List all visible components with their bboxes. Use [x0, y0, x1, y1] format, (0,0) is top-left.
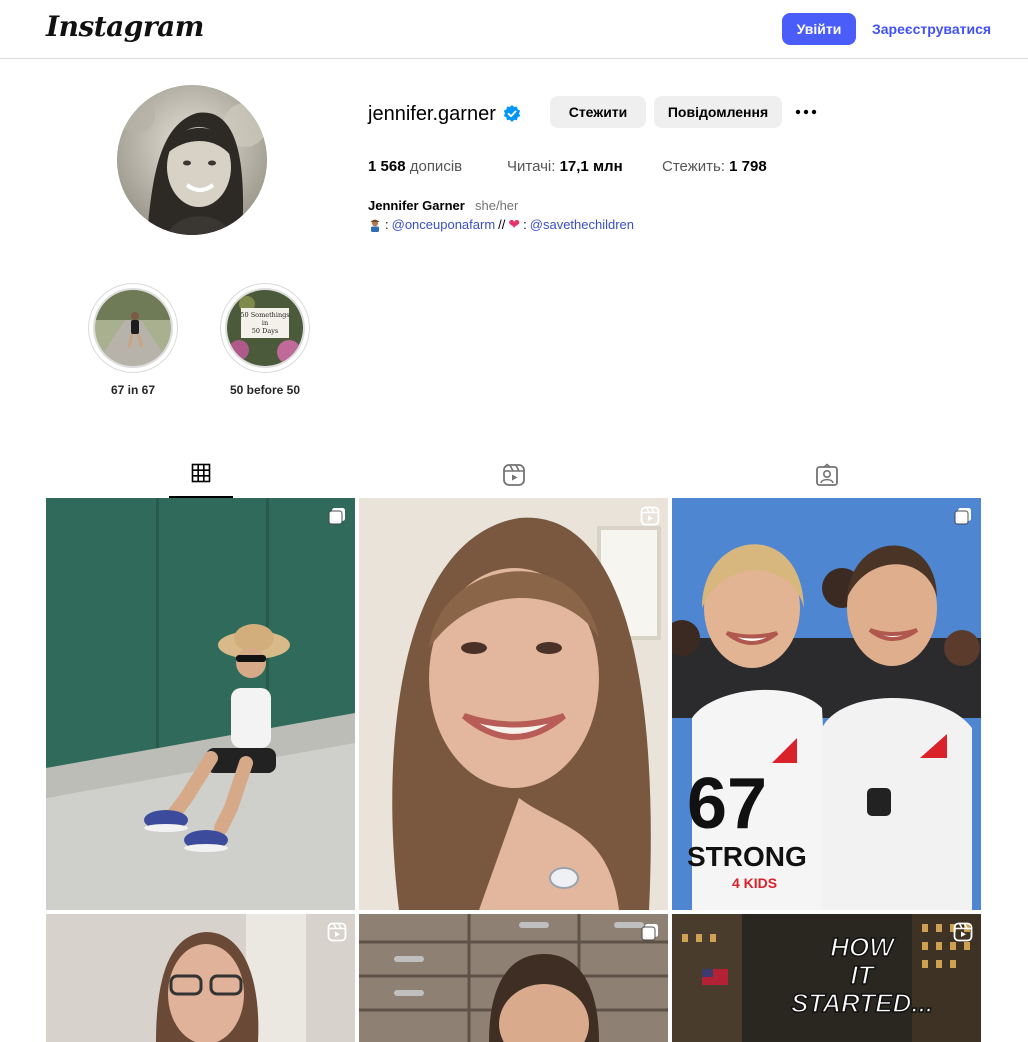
- post-image: [46, 914, 355, 1042]
- follow-button[interactable]: Стежити: [550, 96, 646, 128]
- shirt-print-strong: STRONG: [687, 841, 807, 872]
- shirt-print-number: 67: [687, 764, 767, 844]
- post-image: [46, 498, 355, 910]
- post-tile[interactable]: [46, 914, 355, 1042]
- following-count[interactable]: Стежить: 1 798: [662, 158, 767, 175]
- message-button[interactable]: Повідомлення: [654, 96, 782, 128]
- highlight-50-before-50[interactable]: 50 Somethings in 50 Days 50 before 50: [220, 283, 310, 397]
- highlight-runner-image: [95, 290, 171, 366]
- heart-emoji-icon: ❤: [508, 216, 521, 232]
- followers-count-label: Читачі:: [507, 158, 556, 175]
- profile-pronouns: she/her: [475, 198, 519, 213]
- overlay-line-1: HOW: [830, 932, 896, 962]
- following-count-value: 1 798: [729, 158, 767, 175]
- shirt-print-kids: 4 KIDS: [732, 875, 777, 891]
- tab-reels[interactable]: [482, 456, 546, 498]
- post-tile[interactable]: HOW IT STARTED...: [672, 914, 981, 1042]
- posts-count-label: дописів: [409, 158, 463, 175]
- highlight-cover: [93, 288, 173, 368]
- carousel-icon: [954, 508, 971, 525]
- followers-count-value: 17,1 млн: [559, 158, 623, 175]
- post-tile[interactable]: [359, 498, 668, 910]
- tagged-icon: [816, 463, 838, 486]
- posts-count: 1 568 дописів: [368, 158, 462, 175]
- posts-count-value: 1 568: [368, 158, 406, 175]
- profile-username: jennifer.garner: [368, 103, 496, 125]
- bio-divider: //: [498, 217, 506, 232]
- following-count-label: Стежить:: [662, 158, 725, 175]
- bio-separator-1: :: [385, 217, 389, 232]
- reel-icon: [640, 506, 660, 526]
- followers-count[interactable]: Читачі: 17,1 млн: [507, 158, 623, 175]
- highlight-67-in-67[interactable]: 67 in 67: [88, 283, 178, 397]
- signup-link[interactable]: Зареєструватися: [872, 21, 991, 37]
- post-tile[interactable]: 67 STRONG 4 KIDS: [672, 498, 981, 910]
- reel-icon: [327, 922, 347, 942]
- profile-full-name: Jennifer Garner: [368, 198, 465, 213]
- post-image: [359, 498, 668, 910]
- highlight-cover-line-3: 50 Days: [252, 327, 278, 335]
- highlight-ring: 50 Somethings in 50 Days: [220, 283, 310, 373]
- bio-link-onceuponafarm[interactable]: @onceuponafarm: [392, 217, 496, 232]
- reels-icon: [503, 464, 525, 486]
- avatar-photo: [117, 85, 267, 235]
- grid-icon: [191, 463, 211, 483]
- carousel-icon: [328, 508, 345, 525]
- post-image: HOW IT STARTED...: [672, 914, 981, 1042]
- overlay-line-2: IT: [850, 960, 875, 990]
- carousel-icon: [641, 924, 658, 941]
- highlight-label: 67 in 67: [110, 383, 156, 397]
- highlight-cover: 50 Somethings in 50 Days: [225, 288, 305, 368]
- highlight-cover-line-2: in: [262, 319, 268, 327]
- bio-link-savethechildren[interactable]: @savethechildren: [530, 217, 634, 232]
- post-image: [359, 914, 668, 1042]
- highlight-label: 50 before 50: [229, 383, 301, 397]
- profile-avatar[interactable]: [117, 85, 267, 235]
- farmer-emoji-icon: [370, 219, 380, 232]
- bio-separator-2: :: [523, 217, 527, 232]
- profile-tabs: [46, 456, 981, 498]
- more-options-icon[interactable]: [794, 100, 818, 124]
- top-navigation-bar: Instagram Увійти Зареєструватися: [0, 0, 1028, 59]
- profile-bio: : @onceuponafarm // ❤ : @savethechildren: [368, 216, 634, 233]
- tab-tagged[interactable]: [795, 456, 859, 498]
- instagram-logo[interactable]: Instagram: [46, 10, 204, 43]
- post-tile[interactable]: [46, 498, 355, 910]
- tab-posts[interactable]: [169, 456, 233, 498]
- login-button[interactable]: Увійти: [782, 13, 856, 45]
- reel-icon: [953, 922, 973, 942]
- highlight-cover-line-1: 50 Somethings: [240, 311, 289, 319]
- overlay-line-3: STARTED...: [791, 988, 933, 1018]
- verified-badge-icon: [503, 105, 521, 122]
- post-image: 67 STRONG 4 KIDS: [672, 498, 981, 910]
- post-tile[interactable]: [359, 914, 668, 1042]
- highlight-flowers-image: 50 Somethings in 50 Days: [227, 290, 303, 366]
- highlight-ring: [88, 283, 178, 373]
